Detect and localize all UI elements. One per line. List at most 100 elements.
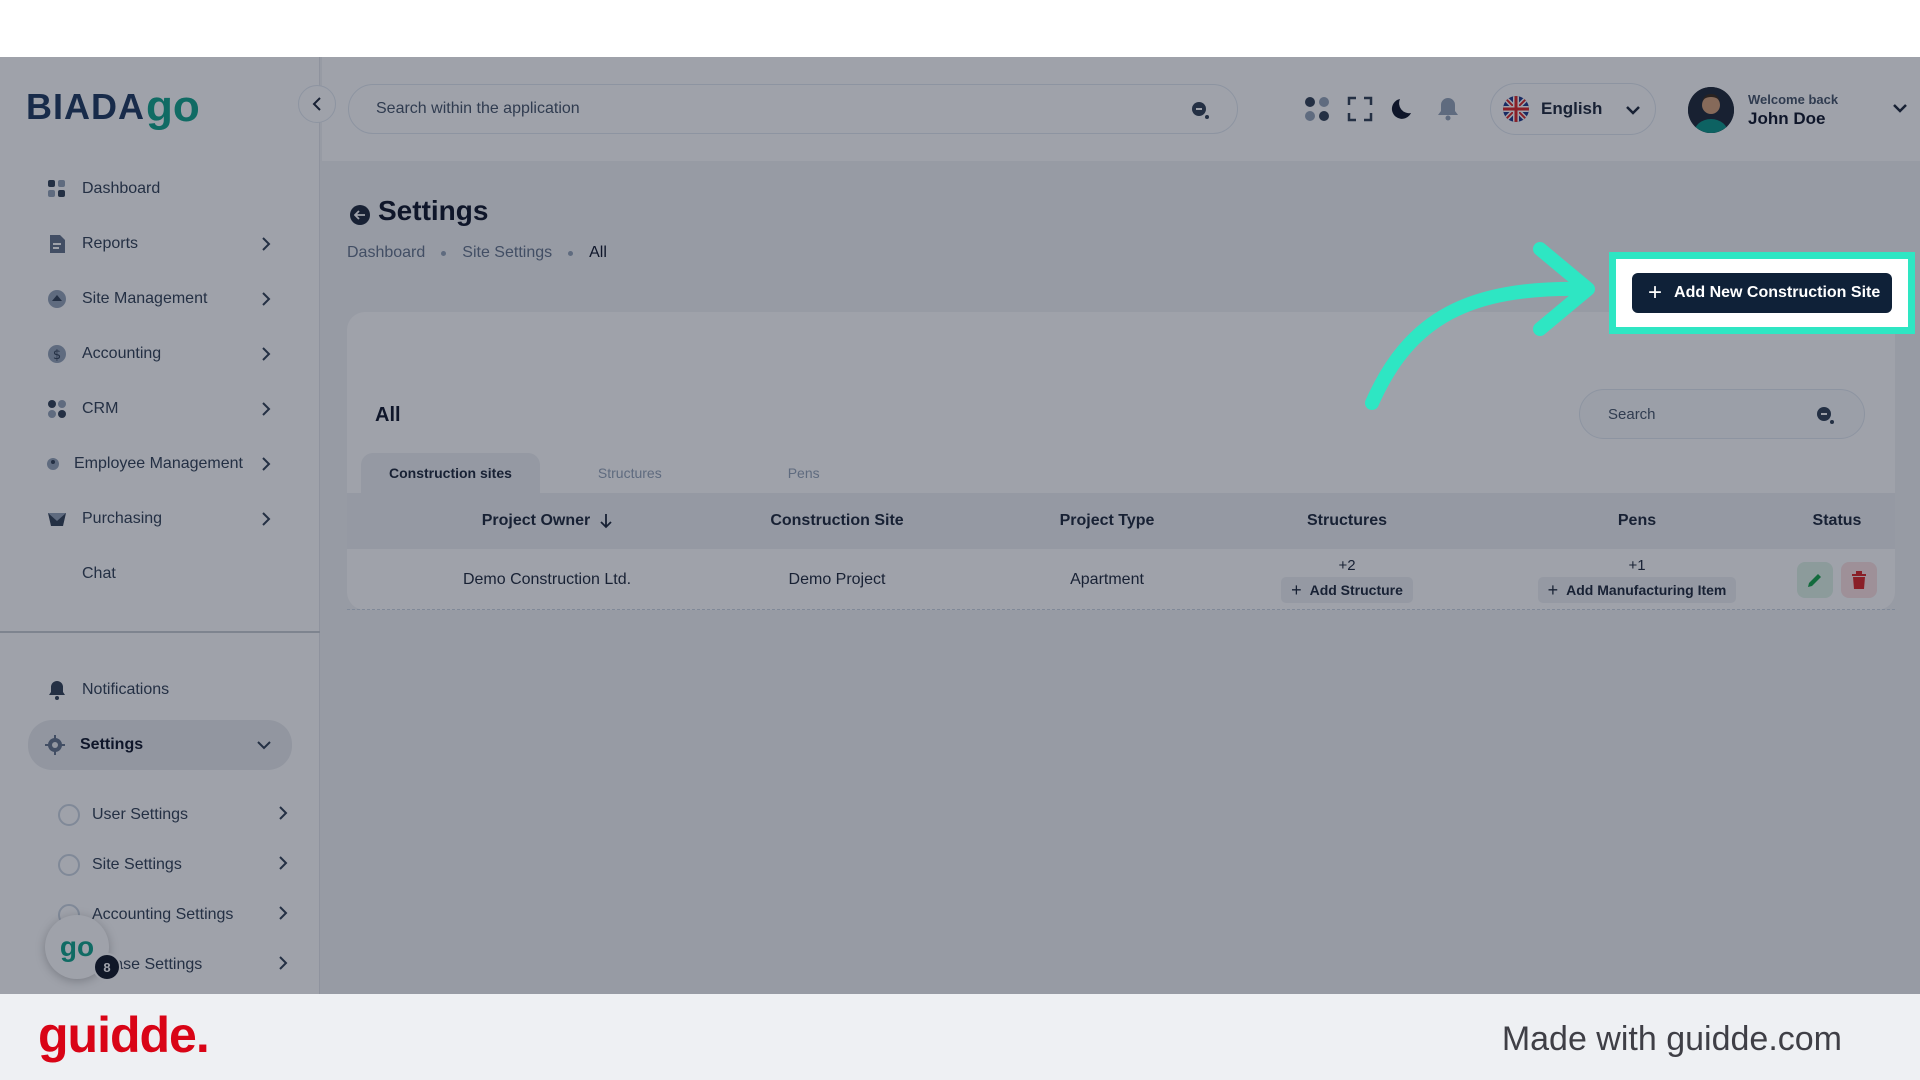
plus-icon: + (1291, 579, 1302, 600)
purchasing-icon (46, 508, 68, 530)
chevron-right-icon (258, 456, 274, 472)
column-project-type[interactable]: Project Type (987, 493, 1227, 549)
delete-button[interactable] (1841, 561, 1877, 598)
language-selector[interactable]: English (1490, 83, 1656, 135)
sidebar-item-crm[interactable]: CRM (30, 389, 280, 429)
search-placeholder: Search within the application (376, 100, 580, 117)
sidebar-item-site-management[interactable]: Site Management (30, 279, 280, 319)
language-label: English (1541, 99, 1603, 118)
svg-text:$: $ (53, 348, 61, 363)
sidebar-item-notifications[interactable]: Notifications (30, 670, 280, 710)
sidebar-divider (0, 631, 320, 633)
page-title: Settings (378, 195, 489, 226)
site-management-icon (46, 288, 68, 310)
search-icon[interactable] (1814, 404, 1836, 430)
app-logo[interactable]: BIADA go (26, 77, 200, 129)
sidebar: BIADA go Dashboard Reports Site Manageme… (0, 57, 320, 994)
sidebar-item-label: Reports (82, 235, 139, 252)
guidde-footer: guidde. Made with guidde.com (0, 994, 1920, 1080)
chevron-right-icon (278, 905, 288, 925)
breadcrumb-current: All (589, 244, 607, 261)
button-label: Add Manufacturing Item (1566, 581, 1727, 598)
column-status[interactable]: Status (1777, 493, 1897, 549)
avatar (1688, 87, 1734, 133)
cell-pens: +1 + Add Manufacturing Item (1507, 549, 1767, 610)
column-construction-site[interactable]: Construction Site (707, 493, 967, 549)
sidebar-item-label: Notifications (82, 681, 170, 698)
chevron-right-icon (258, 346, 274, 362)
chevron-right-icon (278, 955, 288, 975)
made-with-text: Made with guidde.com (1501, 1020, 1842, 1058)
top-margin (0, 0, 1920, 57)
user-info: Welcome back John Doe (1748, 92, 1838, 129)
column-pens[interactable]: Pens (1507, 493, 1767, 549)
sites-card: All Search Construction sites Structures… (347, 312, 1895, 610)
tab-structures[interactable]: Structures (570, 453, 690, 493)
pens-count: +1 (1628, 556, 1646, 574)
cell-site: Demo Project (788, 570, 886, 588)
sidebar-item-chat[interactable]: Chat (30, 554, 280, 594)
employee-icon (42, 453, 64, 475)
sidebar-item-employee-management[interactable]: Employee Management (30, 444, 280, 484)
dashboard-icon (46, 178, 68, 200)
add-new-construction-site-button[interactable]: + Add New Construction Site (1632, 273, 1892, 313)
table-search-input[interactable]: Search (1579, 389, 1865, 439)
dark-mode-icon[interactable] (1390, 95, 1418, 123)
tab-construction-sites[interactable]: Construction sites (361, 453, 540, 493)
breadcrumb-site-settings[interactable]: Site Settings (462, 244, 552, 262)
sidebar-item-purchasing[interactable]: Purchasing (30, 499, 280, 539)
apps-grid-icon[interactable] (1303, 95, 1331, 123)
chevron-down-icon (1892, 101, 1908, 119)
search-placeholder: Search (1608, 405, 1656, 423)
trash-icon (1852, 570, 1866, 589)
bell-icon[interactable] (1434, 95, 1462, 123)
table-header: Project Owner Construction Site Project … (347, 493, 1895, 549)
reports-icon (46, 233, 68, 255)
sidebar-item-label: Site Management (82, 290, 208, 307)
column-structures[interactable]: Structures (1227, 493, 1467, 549)
cell-owner: Demo Construction Ltd. (462, 570, 632, 588)
sidebar-item-label: Settings (80, 736, 144, 753)
chevron-right-icon (258, 291, 274, 307)
card-tabs: Construction sites Structures Pens (361, 453, 878, 493)
sidebar-subitem-site-settings[interactable]: Site Settings (58, 845, 288, 885)
sidebar-item-dashboard[interactable]: Dashboard (30, 169, 280, 209)
add-structure-button[interactable]: + Add Structure (1281, 576, 1413, 603)
sidebar-item-reports[interactable]: Reports (30, 224, 280, 264)
sidebar-item-settings[interactable]: Settings (28, 720, 292, 770)
edit-button[interactable] (1797, 561, 1833, 598)
add-manufacturing-item-button[interactable]: + Add Manufacturing Item (1537, 576, 1737, 603)
fullscreen-icon[interactable] (1346, 95, 1374, 123)
guidde-logo: guidde. (38, 1007, 210, 1063)
breadcrumb-dashboard[interactable]: Dashboard (347, 244, 425, 262)
cell-type: Apartment (1070, 570, 1144, 588)
sidebar-item-accounting[interactable]: $ Accounting (30, 334, 280, 374)
column-project-owner[interactable]: Project Owner (407, 493, 687, 549)
chevron-right-icon (278, 805, 288, 825)
user-name: John Doe (1748, 108, 1826, 128)
user-menu[interactable]: Welcome back John Doe (1688, 85, 1908, 135)
radio-circle-icon (58, 854, 80, 876)
chevron-right-icon (258, 401, 274, 417)
global-search-input[interactable]: Search within the application (348, 84, 1238, 134)
sidebar-item-label: CRM (82, 400, 119, 417)
back-arrow-icon[interactable] (350, 205, 370, 225)
sidebar-item-label: Purchasing (82, 510, 163, 527)
crm-icon (46, 398, 68, 420)
bell-icon (46, 679, 68, 701)
tab-pens[interactable]: Pens (760, 453, 848, 493)
chevron-down-icon (1625, 101, 1641, 121)
chat-widget-badge: 8 (93, 953, 121, 981)
sidebar-subitem-user-settings[interactable]: User Settings (58, 795, 288, 835)
sidebar-item-label: Chat (82, 565, 116, 582)
dollar-icon: $ (46, 343, 68, 365)
sidebar-collapse-button[interactable] (298, 85, 336, 123)
structures-count: +2 (1338, 556, 1356, 574)
chevron-right-icon (258, 236, 274, 252)
plus-icon: + (1547, 579, 1559, 600)
plus-icon: + (1648, 279, 1663, 306)
search-icon[interactable] (1189, 99, 1211, 126)
breadcrumb-separator (568, 250, 574, 256)
uk-flag-icon (1503, 96, 1529, 122)
sidebar-subitem-label: Accounting Settings (92, 906, 234, 923)
